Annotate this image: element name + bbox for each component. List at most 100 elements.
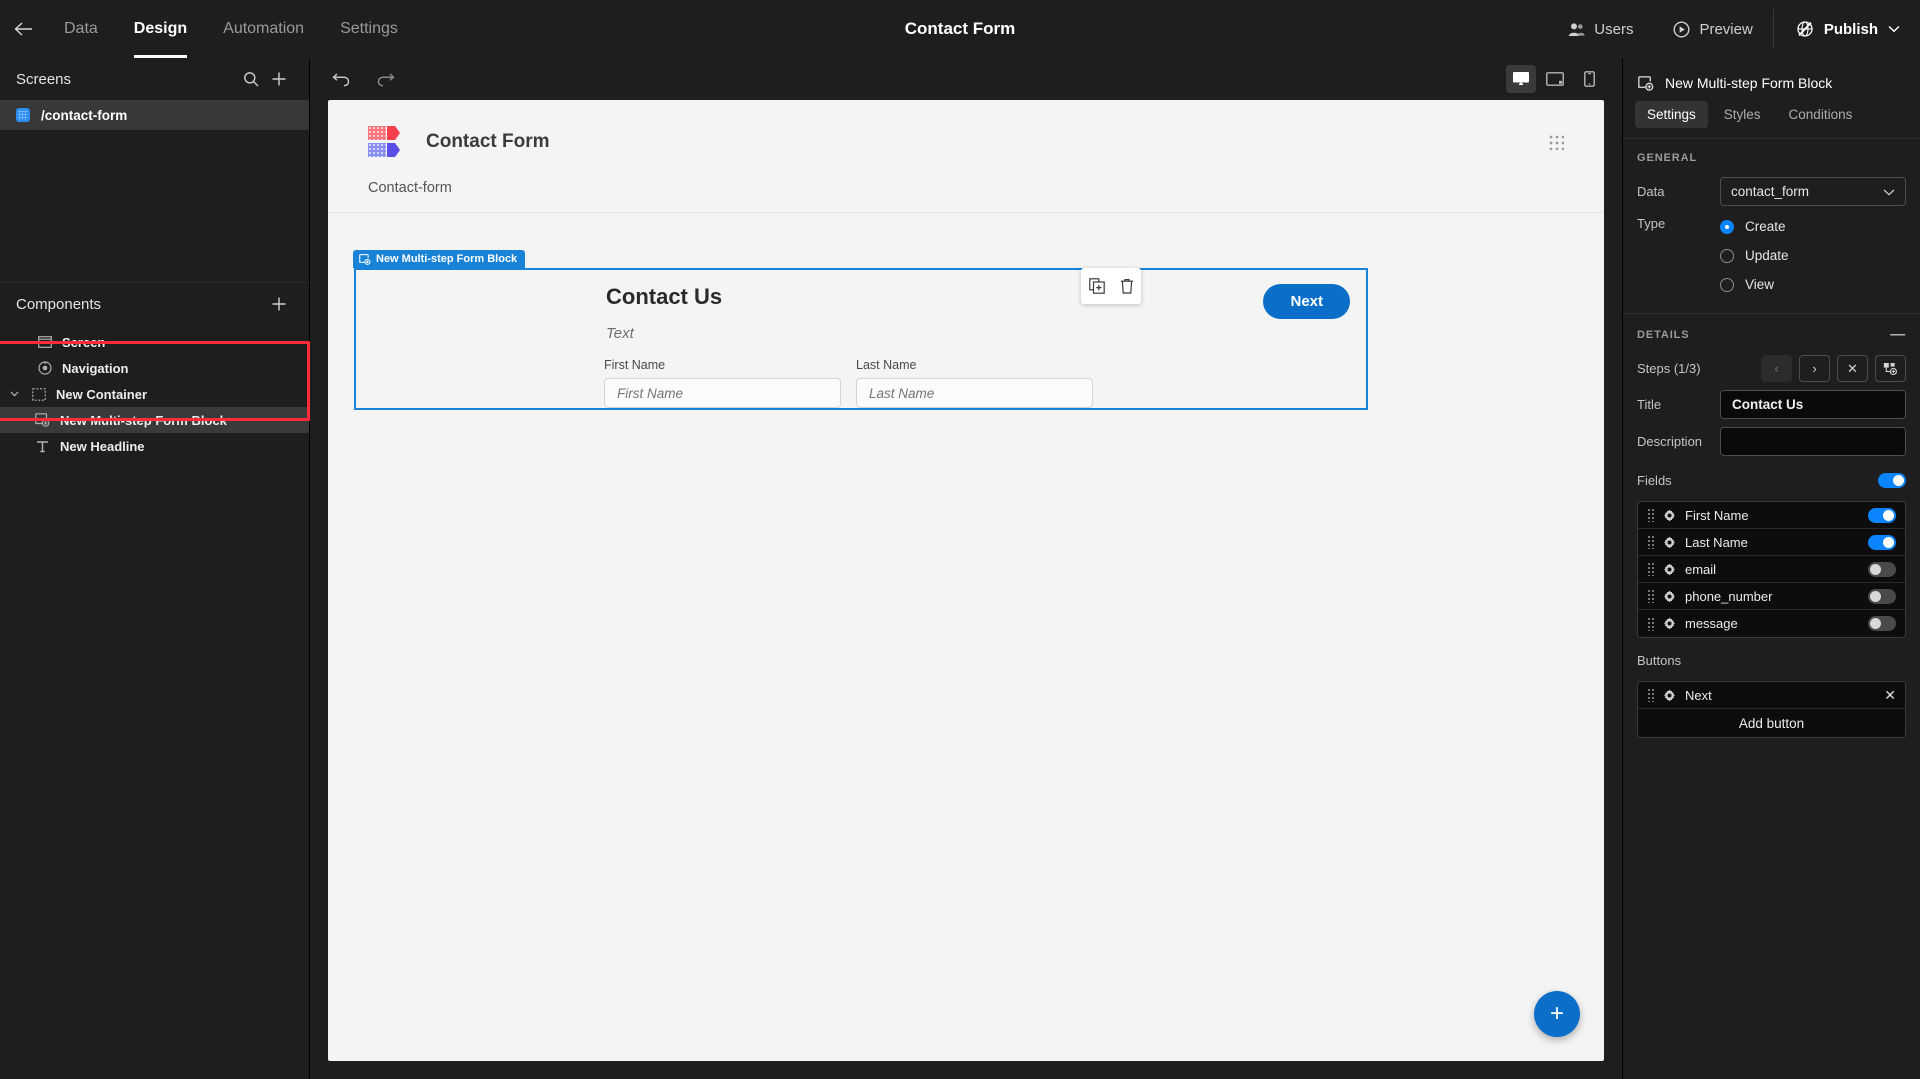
tree-item-new-headline[interactable]: New Headline — [0, 433, 309, 459]
add-component-icon[interactable] — [265, 290, 293, 318]
field-toggle[interactable] — [1868, 616, 1896, 631]
tab-automation[interactable]: Automation — [205, 0, 322, 58]
radio-view[interactable]: View — [1720, 274, 1906, 295]
search-icon[interactable] — [237, 65, 265, 93]
block-tag-label: New Multi-step Form Block — [376, 253, 518, 265]
drag-handle-icon[interactable] — [1647, 562, 1654, 576]
preview-button[interactable]: Preview — [1653, 0, 1772, 58]
data-select[interactable]: contact_form — [1720, 177, 1906, 206]
add-step-icon — [1883, 362, 1897, 375]
radio-icon — [1720, 219, 1734, 234]
gear-icon[interactable] — [1663, 617, 1676, 630]
multi-step-form-block[interactable]: Contact Us Text Next First Name Last Nam… — [354, 268, 1368, 410]
description-input[interactable] — [1721, 428, 1905, 455]
fields-header-row: Fields — [1623, 464, 1920, 496]
prev-step-button[interactable]: ‹ — [1761, 355, 1792, 382]
list-item[interactable]: Next ✕ — [1638, 682, 1905, 709]
collapse-details-icon[interactable]: — — [1890, 327, 1906, 342]
trash-icon[interactable] — [1120, 278, 1134, 294]
duplicate-icon[interactable] — [1088, 278, 1105, 294]
tree-item-new-container[interactable]: New Container — [0, 381, 309, 407]
field-toggle[interactable] — [1868, 507, 1896, 523]
remove-button-icon[interactable]: ✕ — [1884, 688, 1896, 702]
drag-handle-icon[interactable] — [1647, 535, 1654, 549]
toggle-knob — [1883, 509, 1894, 521]
list-item[interactable]: message — [1638, 610, 1905, 637]
plus-glyph — [272, 72, 286, 86]
device-mobile-button[interactable] — [1574, 65, 1604, 93]
drag-handle-icon[interactable] — [1647, 589, 1654, 603]
screen-item-contact-form[interactable]: /contact-form — [0, 100, 309, 130]
title-input[interactable] — [1721, 391, 1905, 418]
tab-settings[interactable]: Settings — [322, 0, 416, 58]
users-button[interactable]: Users — [1548, 0, 1653, 58]
tree-item-screen[interactable]: Screen — [0, 329, 309, 355]
buttons-header-row: Buttons — [1623, 644, 1920, 676]
tab-conditions[interactable]: Conditions — [1777, 101, 1865, 128]
tree-item-new-multi-step-form-block[interactable]: New Multi-step Form Block — [0, 407, 309, 433]
gear-icon[interactable] — [1663, 689, 1676, 702]
drag-handle-icon[interactable] — [1647, 688, 1654, 702]
field-toggle[interactable] — [1868, 561, 1896, 577]
list-item[interactable]: First Name — [1638, 502, 1905, 529]
field-name: phone_number — [1685, 588, 1773, 604]
play-circle-icon — [1673, 20, 1690, 38]
list-item[interactable]: Last Name — [1638, 529, 1905, 556]
grid-menu-icon[interactable] — [1548, 134, 1564, 150]
add-element-fab[interactable]: + — [1534, 991, 1580, 1037]
chevron-down-icon[interactable] — [8, 391, 21, 397]
undo-button[interactable] — [328, 66, 354, 92]
tab-design[interactable]: Design — [116, 0, 205, 58]
next-step-button[interactable]: › — [1799, 355, 1830, 382]
block-tag[interactable]: New Multi-step Form Block — [353, 250, 526, 268]
selected-block-wrapper: New Multi-step Form Block Contact Us Tex… — [353, 250, 1368, 410]
field-name: First Name — [1685, 507, 1749, 523]
field-toggle[interactable] — [1868, 588, 1896, 604]
back-button[interactable] — [0, 0, 46, 58]
gear-icon[interactable] — [1663, 536, 1676, 549]
add-screen-icon[interactable] — [265, 65, 293, 93]
radio-label: View — [1745, 277, 1775, 292]
add-step-button[interactable] — [1875, 355, 1906, 382]
screen-thumb-icon — [16, 108, 30, 122]
gear-icon[interactable] — [1663, 563, 1676, 576]
radio-icon — [1720, 277, 1734, 292]
breadcrumb: Contact-form — [328, 180, 1604, 213]
delete-step-button[interactable]: ✕ — [1837, 355, 1868, 382]
desktop-icon — [1513, 72, 1529, 86]
radio-create[interactable]: Create — [1720, 216, 1906, 237]
fields-master-toggle[interactable] — [1878, 472, 1906, 488]
tab-settings[interactable]: Settings — [1635, 101, 1708, 128]
radio-update[interactable]: Update — [1720, 245, 1906, 266]
first-name-input[interactable] — [604, 378, 841, 408]
form-fields: First Name Last Name — [604, 358, 1093, 408]
steps-label: Steps (1/3) — [1637, 361, 1701, 376]
add-button[interactable]: Add button — [1638, 709, 1905, 737]
gear-glyph — [1664, 617, 1675, 630]
gear-icon[interactable] — [1663, 590, 1676, 603]
device-desktop-button[interactable] — [1506, 65, 1536, 93]
description-label: Description — [1637, 434, 1703, 449]
list-item[interactable]: phone_number — [1638, 583, 1905, 610]
data-label: Data — [1637, 184, 1665, 199]
page-canvas[interactable]: Contact Form Contact-form New Multi-step… — [328, 100, 1604, 1061]
form-block-glyph — [35, 413, 50, 427]
redo-button[interactable] — [372, 66, 398, 92]
form-next-button[interactable]: Next — [1263, 284, 1350, 319]
gear-glyph — [1664, 536, 1675, 548]
list-item[interactable]: email — [1638, 556, 1905, 583]
screen-icon — [36, 334, 53, 351]
radio-label: Create — [1745, 219, 1786, 234]
gear-icon[interactable] — [1663, 509, 1676, 522]
fields-list: First Name Last Name email phone_number … — [1637, 501, 1906, 638]
tree-item-navigation[interactable]: Navigation — [0, 355, 309, 381]
publish-button[interactable]: Publish — [1774, 0, 1920, 58]
last-name-input[interactable] — [856, 378, 1093, 408]
field-toggle[interactable] — [1868, 534, 1896, 550]
drag-handle-icon[interactable] — [1647, 508, 1654, 522]
tab-styles[interactable]: Styles — [1712, 101, 1773, 128]
tab-data[interactable]: Data — [46, 0, 116, 58]
form-title: Contact Us — [606, 284, 723, 309]
device-tablet-button[interactable] — [1540, 65, 1570, 93]
drag-handle-icon[interactable] — [1647, 616, 1654, 631]
